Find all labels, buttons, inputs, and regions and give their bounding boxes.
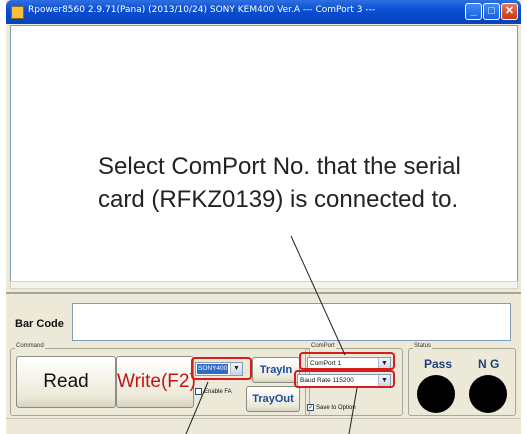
pass-indicator-lamp xyxy=(417,375,455,413)
minimize-button[interactable]: _ xyxy=(465,3,482,20)
horizontal-scrollbar[interactable] xyxy=(10,281,518,289)
annotation-line-2: card (RFKZ0139) is connected to. xyxy=(98,186,459,213)
app-icon xyxy=(11,6,24,19)
comport-group-title: ComPort xyxy=(310,343,336,349)
title-bar[interactable]: Rpower8560 2.9.71(Pana) (2013/10/24) SON… xyxy=(6,0,521,24)
window-title: Rpower8560 2.9.71(Pana) (2013/10/24) SON… xyxy=(28,5,376,15)
divider xyxy=(6,292,521,294)
status-group-title: Status xyxy=(413,343,433,349)
ng-indicator-lamp xyxy=(469,375,507,413)
annotation-line-1: Select ComPort No. that the serial xyxy=(98,153,461,180)
app-window: Rpower8560 2.9.71(Pana) (2013/10/24) SON… xyxy=(6,0,521,434)
ng-label: N G xyxy=(478,357,500,371)
maximize-button[interactable]: □ xyxy=(483,3,500,20)
barcode-input[interactable] xyxy=(72,303,511,341)
pass-label: Pass xyxy=(424,357,453,371)
baudrate-highlight-box xyxy=(294,370,395,388)
status-bar xyxy=(6,418,521,434)
command-group-title: Command xyxy=(15,343,45,349)
save-option-checkbox[interactable]: ✓ Save to Option xyxy=(307,404,356,411)
enable-fa-label: Enable FA xyxy=(204,388,232,395)
annotation-callout: Select ComPort No. that the serial card … xyxy=(98,150,461,216)
comport-highlight-box xyxy=(299,352,395,370)
enable-fa-box[interactable] xyxy=(195,388,202,395)
save-option-label: Save to Option xyxy=(316,404,356,411)
trayin-button[interactable]: TrayIn xyxy=(252,357,300,383)
write-button[interactable]: Write(F2) xyxy=(116,356,196,408)
save-option-box[interactable]: ✓ xyxy=(307,404,314,411)
barcode-label: Bar Code xyxy=(15,318,64,330)
enable-fa-checkbox[interactable]: Enable FA xyxy=(195,388,232,395)
model-highlight-box xyxy=(191,357,252,380)
trayout-button[interactable]: TrayOut xyxy=(246,386,300,412)
read-button[interactable]: Read xyxy=(16,356,116,408)
close-button[interactable]: ✕ xyxy=(501,3,518,20)
